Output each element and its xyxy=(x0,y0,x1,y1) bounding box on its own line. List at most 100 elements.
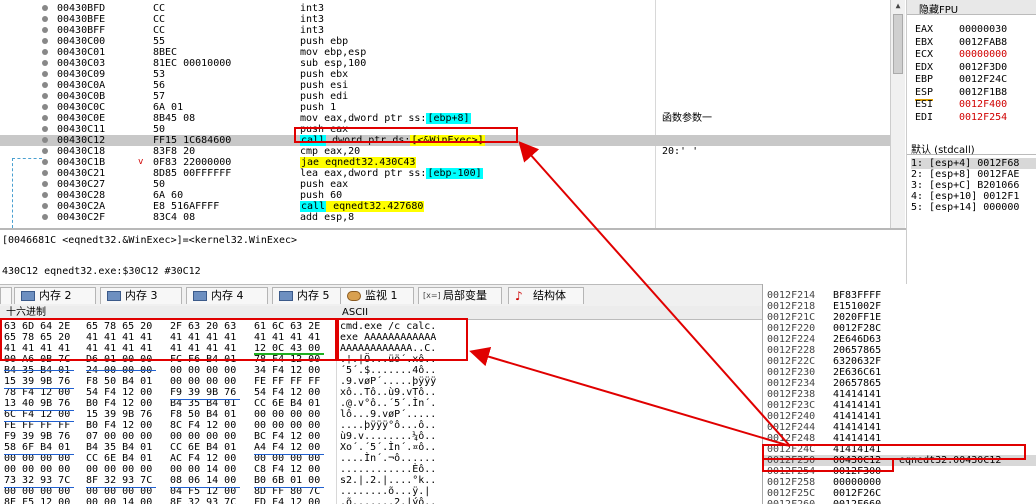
stack-row[interactable]: 0012F258 00000000 xyxy=(763,477,1036,488)
stack-value[interactable]: 2020FF1E xyxy=(833,312,881,323)
dump-row[interactable]: F9 39 9B 76 07 00 00 00 00 00 00 00 BC F4 1… xyxy=(0,431,762,442)
ascii-text[interactable]: ....Ìn´.¬ô...... xyxy=(340,453,436,464)
ascii-text[interactable]: cmd.exe /c calc. xyxy=(340,321,436,332)
breakpoint-marker-icon[interactable] xyxy=(42,214,48,220)
hex-group[interactable]: 65 78 65 20 xyxy=(4,332,70,343)
stack-row[interactable]: 0012F254 0012F300 xyxy=(763,466,1036,477)
stack-row[interactable]: 0012F228 20657865 xyxy=(763,345,1036,356)
hex-group[interactable]: CC 6E B4 01 xyxy=(254,398,320,409)
register-value[interactable]: 00000030 xyxy=(959,24,1007,36)
dump-row[interactable]: 78 F4 12 00 54 F4 12 00 F9 39 9B 76 54 F4 1… xyxy=(0,387,762,398)
disasm-row[interactable]: 00430C0C 6A 01 push 1 xyxy=(0,102,890,113)
breakpoint-marker-icon[interactable] xyxy=(42,38,48,44)
ascii-text[interactable]: ............Èô.. xyxy=(340,464,436,475)
dump-row[interactable]: 63 6D 64 2E 65 78 65 20 2F 63 20 63 61 6C 6… xyxy=(0,321,762,332)
disasm-row[interactable]: 00430C11 50 push eax xyxy=(0,124,890,135)
tab-label[interactable]: 内存 3 xyxy=(125,288,158,304)
stack-row[interactable]: 0012F25C 0012F26C xyxy=(763,488,1036,499)
hex-group[interactable]: 41 41 41 41 xyxy=(86,343,152,354)
stack-value[interactable]: 0012F26C xyxy=(833,488,881,499)
breakpoint-marker-icon[interactable] xyxy=(42,148,48,154)
disasm-row[interactable]: 00430C21 8D85 00FFFFFF lea eax,dword ptr s… xyxy=(0,168,890,179)
stack-value[interactable]: 41414141 xyxy=(833,400,881,411)
hex-group[interactable]: 00 00 14 00 xyxy=(86,497,152,504)
call-arg-row[interactable]: 1: [esp+4] 0012F68 xyxy=(911,158,1036,169)
stack-value[interactable]: BF83FFFF xyxy=(833,290,881,301)
hex-group[interactable]: 8F 32 93 7C xyxy=(170,497,236,504)
dump-row[interactable]: 00 A6 0B 7C D6 01 00 00 FC F6 B4 01 78 F4 1… xyxy=(0,354,762,365)
hex-group[interactable]: 2F 63 20 63 xyxy=(170,321,236,332)
hex-group[interactable]: AC F4 12 00 xyxy=(170,453,236,464)
stack-row[interactable]: 0012F24C 41414141 xyxy=(763,444,1036,455)
breakpoint-marker-icon[interactable] xyxy=(42,181,48,187)
dump-row[interactable]: 15 39 9B 76 F8 50 B4 01 00 00 00 00 FE FF F… xyxy=(0,376,762,387)
call-arg-row[interactable]: 4: [esp+10] 0012F1 xyxy=(911,191,1019,202)
tab-label[interactable]: 内存 2 xyxy=(39,288,72,304)
hex-group[interactable]: 54 F4 12 00 xyxy=(254,387,320,398)
hex-column-header[interactable]: 十六进制 xyxy=(6,306,46,319)
ascii-text[interactable]: ........õ...ÿ.| xyxy=(340,486,430,497)
scroll-up-icon[interactable]: ▲ xyxy=(893,1,903,11)
breakpoint-marker-icon[interactable] xyxy=(42,159,48,165)
hide-fpu-label[interactable]: 隐藏FPU xyxy=(919,1,958,16)
breakpoint-marker-icon[interactable] xyxy=(42,82,48,88)
hex-group[interactable]: 00 00 00 00 xyxy=(254,420,320,431)
stack-row[interactable]: 0012F230 2E636C61 xyxy=(763,367,1036,378)
registers-pane[interactable]: 隐藏FPU EAX 00000030 EBX 0012FAB8 ECX 00000000 E… xyxy=(906,0,1036,140)
stack-value[interactable]: 41414141 xyxy=(833,433,881,444)
hex-group[interactable]: 00 00 00 00 xyxy=(170,431,236,442)
hex-group[interactable]: B0 F4 12 00 xyxy=(86,398,152,409)
disasm-row[interactable]: v 00430C1B 0F83 22000000 jae eqnedt32.430C4… xyxy=(0,157,890,168)
hex-group[interactable]: 41 41 41 41 xyxy=(170,332,236,343)
hex-group[interactable]: F9 39 9B 76 xyxy=(170,387,236,398)
hex-group[interactable]: F9 39 9B 76 xyxy=(4,431,70,442)
hex-group[interactable]: 73 32 93 7C xyxy=(4,475,70,486)
ascii-text[interactable]: .9.vøP´.....þÿÿÿ xyxy=(340,376,436,387)
disasm-row[interactable]: 00430C09 53 push ebx xyxy=(0,69,890,80)
register-value[interactable]: 0012F24C xyxy=(959,74,1007,86)
tab-watch[interactable]: 监视 1 xyxy=(340,287,414,304)
hex-group[interactable]: C8 F4 12 00 xyxy=(254,464,320,475)
stack-row[interactable]: 0012F23C 41414141 xyxy=(763,400,1036,411)
stack-row[interactable]: 0012F22C 6320632F xyxy=(763,356,1036,367)
dump-row[interactable]: 6C F4 12 00 15 39 9B 76 F8 50 B4 01 00 00 0… xyxy=(0,409,762,420)
hex-group[interactable]: A4 F4 12 00 xyxy=(254,442,320,453)
ascii-text[interactable]: .õ.......2.|ýô.. xyxy=(340,497,436,504)
hex-group[interactable]: 34 F4 12 00 xyxy=(254,365,320,376)
disasm-row[interactable]: 00430C0A 56 push esi xyxy=(0,80,890,91)
tab-label[interactable]: 局部变量 xyxy=(443,288,487,304)
hex-group[interactable]: 54 F4 12 00 xyxy=(86,387,152,398)
stack-value[interactable]: 0012F300 xyxy=(833,466,881,477)
breakpoint-marker-icon[interactable] xyxy=(42,104,48,110)
hex-group[interactable]: CC 6E B4 01 xyxy=(86,453,152,464)
hex-group[interactable]: 8F 32 93 7C xyxy=(86,475,152,486)
calling-convention-select[interactable]: 默认 (stdcall) xyxy=(907,140,1036,156)
hex-group[interactable]: 08 06 14 00 xyxy=(170,475,236,486)
dump-row[interactable]: 65 78 65 20 41 41 41 41 41 41 41 41 41 41 4… xyxy=(0,332,762,343)
dump-row[interactable]: 58 6F B4 01 B4 35 B4 01 CC 6E B4 01 A4 F4 1… xyxy=(0,442,762,453)
tab-label[interactable]: 监视 1 xyxy=(365,288,398,304)
stack-row[interactable]: 0012F21C 2020FF1E xyxy=(763,312,1036,323)
hex-group[interactable]: 58 6F B4 01 xyxy=(4,442,70,453)
stack-pane[interactable]: 0012F214 BF83FFFF 0012F218 E151002F 0012F21C… xyxy=(762,284,1036,504)
stack-row[interactable]: 0012F248 41414141 xyxy=(763,433,1036,444)
hex-group[interactable]: 15 39 9B 76 xyxy=(4,376,70,387)
stack-value[interactable]: 41414141 xyxy=(833,389,881,400)
ascii-text[interactable]: ....þÿÿÿ°ô...ô.. xyxy=(340,420,436,431)
breakpoint-marker-icon[interactable] xyxy=(42,71,48,77)
stack-row[interactable]: 0012F214 BF83FFFF xyxy=(763,290,1036,301)
stack-value[interactable]: 41414141 xyxy=(833,422,881,433)
tab-scroll-left[interactable] xyxy=(0,287,12,304)
breakpoint-marker-icon[interactable] xyxy=(42,49,48,55)
register-value[interactable]: 0012F254 xyxy=(959,112,1007,124)
disasm-row[interactable]: 00430C00 55 push ebp xyxy=(0,36,890,47)
breakpoint-marker-icon[interactable] xyxy=(42,60,48,66)
hex-group[interactable]: 00 00 00 00 xyxy=(254,409,320,420)
scroll-thumb[interactable] xyxy=(893,14,903,74)
disasm-row[interactable]: 00430C03 81EC 00010000 sub esp,100 xyxy=(0,58,890,69)
tab-local-vars[interactable]: [x=] 局部变量 xyxy=(418,287,502,304)
disassembly-scrollbar[interactable]: ▲ xyxy=(890,0,905,228)
hex-group[interactable]: B0 6B 01 00 xyxy=(254,475,320,486)
tab-label[interactable]: 内存 5 xyxy=(297,288,330,304)
register-value[interactable]: 0012F400 xyxy=(959,99,1007,111)
